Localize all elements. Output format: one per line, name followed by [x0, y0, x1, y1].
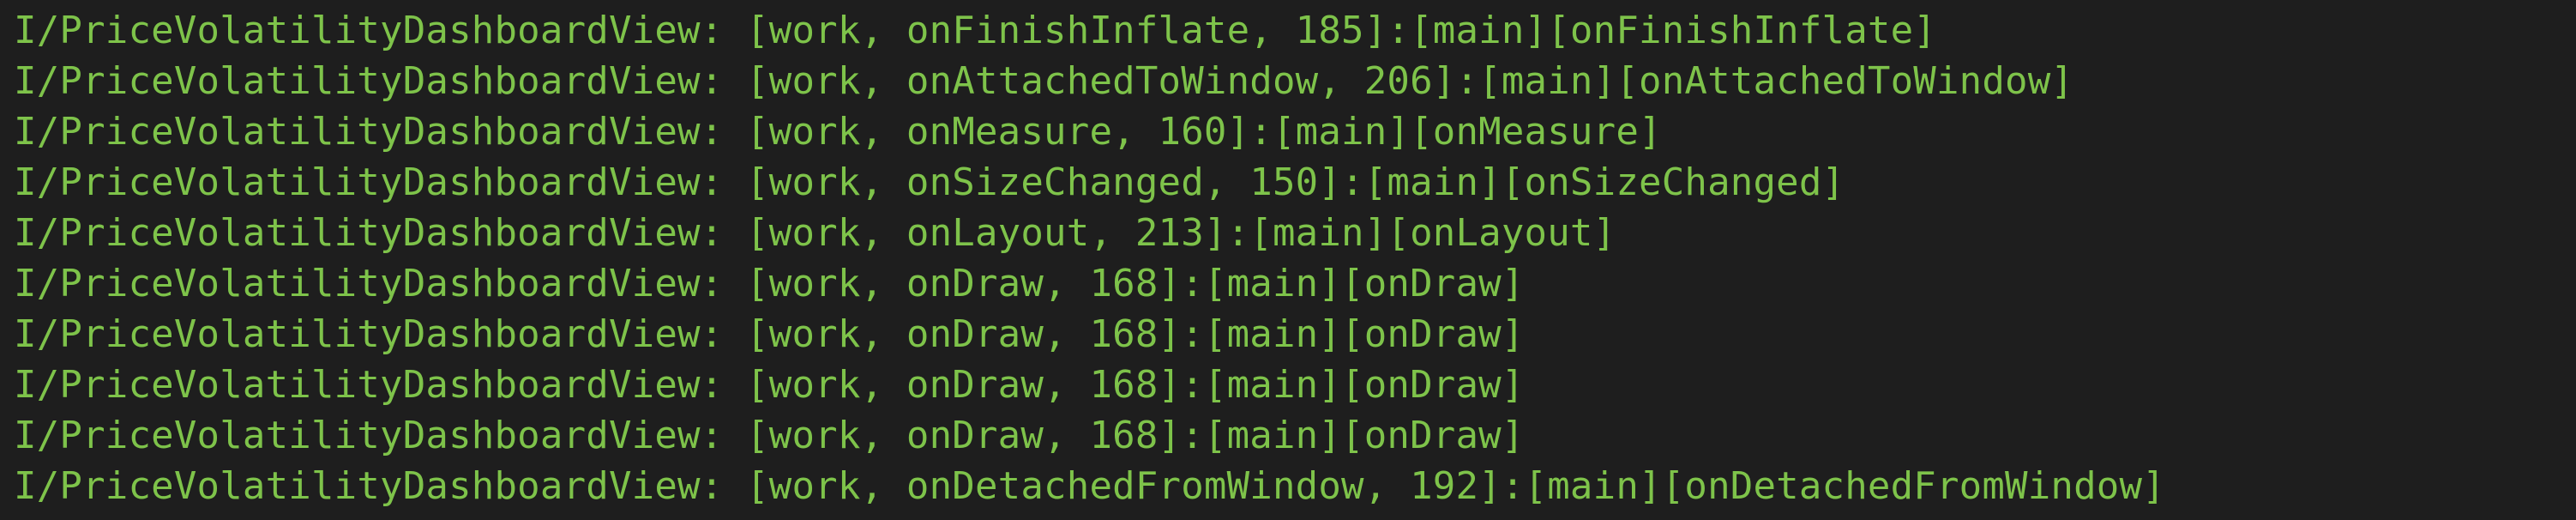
log-line: I/PriceVolatilityDashboardView: [work, o…: [14, 211, 1616, 255]
log-line: I/PriceVolatilityDashboardView: [work, o…: [14, 414, 1525, 457]
log-console: I/PriceVolatilityDashboardView: [work, o…: [0, 0, 2576, 520]
log-line: I/PriceVolatilityDashboardView: [work, o…: [14, 59, 2074, 103]
log-line: I/PriceVolatilityDashboardView: [work, o…: [14, 363, 1525, 407]
log-line: I/PriceVolatilityDashboardView: [work, o…: [14, 160, 1845, 204]
log-line: I/PriceVolatilityDashboardView: [work, o…: [14, 110, 1662, 154]
log-line: I/PriceVolatilityDashboardView: [work, o…: [14, 262, 1525, 305]
log-line: I/PriceVolatilityDashboardView: [work, o…: [14, 312, 1525, 356]
log-line: I/PriceVolatilityDashboardView: [work, o…: [14, 9, 1936, 52]
log-line: I/PriceVolatilityDashboardView: [work, o…: [14, 464, 2165, 508]
